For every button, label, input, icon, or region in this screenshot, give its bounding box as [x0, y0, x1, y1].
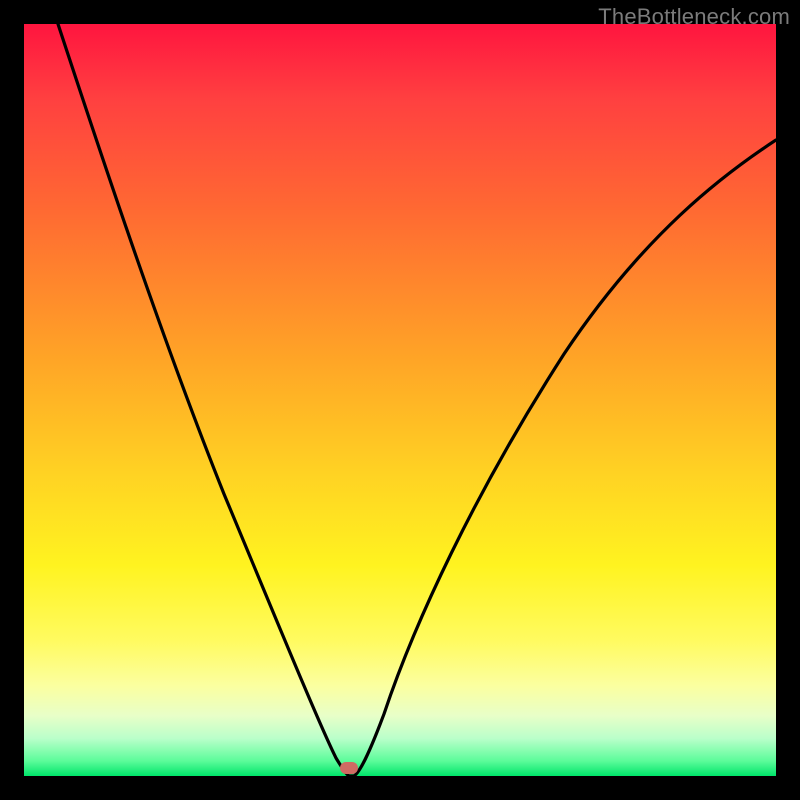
bottleneck-curve: [24, 24, 776, 776]
optimal-point-marker: [340, 762, 358, 774]
curve-path: [58, 24, 776, 776]
plot-area: [24, 24, 776, 776]
watermark-text: TheBottleneck.com: [598, 4, 790, 30]
chart-frame: TheBottleneck.com: [0, 0, 800, 800]
